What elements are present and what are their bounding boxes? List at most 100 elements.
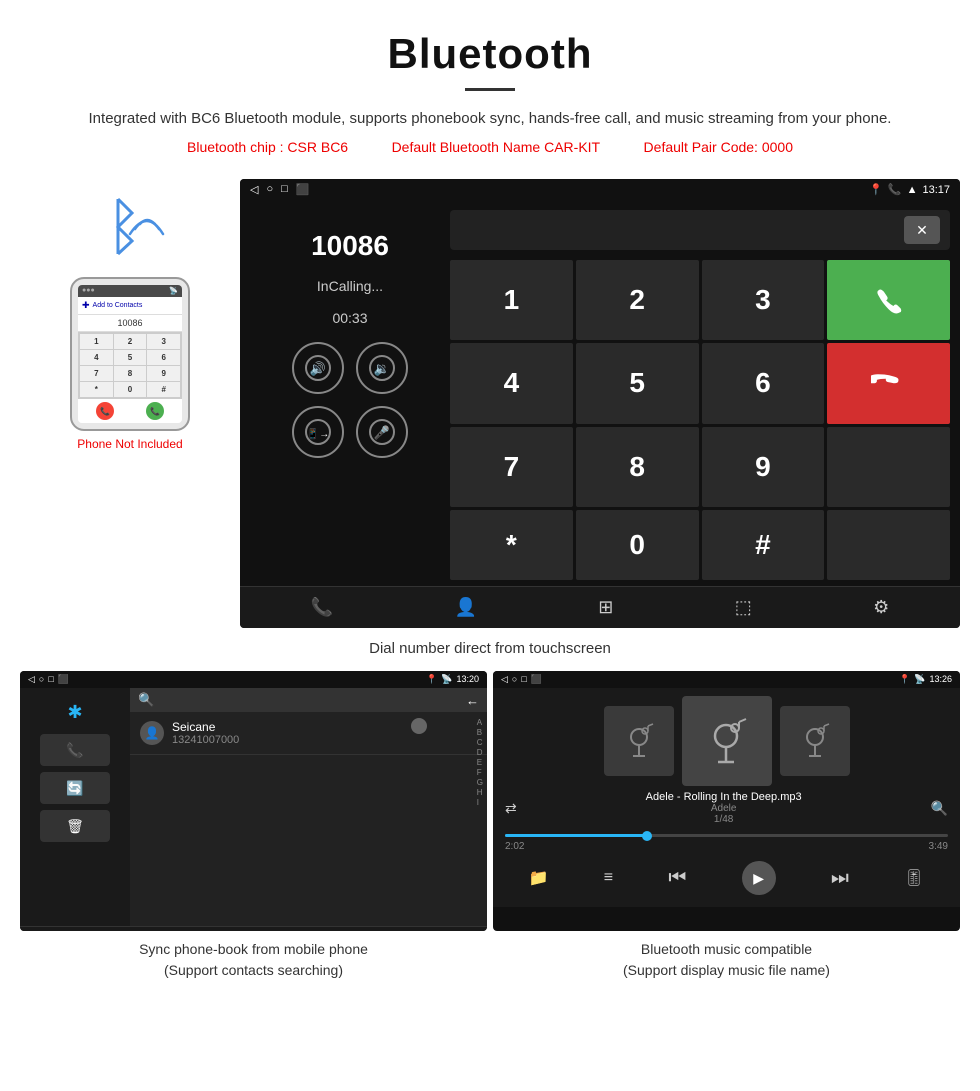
numpad-end-btn[interactable]	[827, 343, 950, 423]
alpha-F[interactable]: F	[477, 768, 483, 777]
nav-home-icon[interactable]: ○	[266, 183, 273, 196]
pb-call-btn[interactable]: 📞	[40, 734, 110, 766]
phone-key-9[interactable]: 9	[147, 366, 180, 381]
clock-display: 13:17	[922, 184, 950, 196]
phonebook-caption-text: Sync phone-book from mobile phone (Suppo…	[139, 941, 368, 978]
music-progress-section: 2:02 3:49	[501, 830, 952, 852]
numpad-key-1[interactable]: 1	[450, 260, 573, 340]
alpha-B[interactable]: B	[477, 728, 483, 737]
numpad-key-4[interactable]: 4	[450, 343, 573, 423]
nav-back-icon[interactable]: ◁	[250, 183, 258, 196]
music-play-btn[interactable]: ▶	[742, 861, 776, 895]
numpad-key-8[interactable]: 8	[576, 427, 699, 507]
music-nav-back[interactable]: ◁	[501, 674, 508, 685]
bottombar-contacts-icon[interactable]: 👤	[454, 597, 476, 618]
alpha-D[interactable]: D	[477, 748, 483, 757]
alpha-G[interactable]: G	[477, 778, 483, 787]
phone-key-star[interactable]: *	[80, 382, 113, 397]
android-statusbar-large: ◁ ○ □ ⬛ 📍 📞 ▲ 13:17	[240, 179, 960, 200]
phone-key-3[interactable]: 3	[147, 334, 180, 349]
music-next-icon[interactable]: ⏭	[831, 867, 849, 890]
phonebook-nav-icons: ◁ ○ □ ⬛	[28, 674, 69, 685]
dialer-controls: 🔊 🔉 📱→ 🎤	[292, 342, 408, 458]
phone-key-hash[interactable]: #	[147, 382, 180, 397]
alpha-A[interactable]: A	[477, 718, 483, 727]
spec-name: Default Bluetooth Name CAR-KIT	[392, 139, 601, 155]
phonebook-alphabet-index[interactable]: A B C D E F G H I	[477, 718, 483, 807]
pb-sync-btn[interactable]: 🔄	[40, 772, 110, 804]
numpad-key-star[interactable]: *	[450, 510, 573, 580]
numpad-key-0[interactable]: 0	[576, 510, 699, 580]
music-prev-icon[interactable]: ⏮	[668, 867, 686, 890]
pb-nav-rect[interactable]: □	[48, 674, 53, 685]
phone-end-btn[interactable]: 📞	[96, 402, 114, 420]
phone-key-0[interactable]: 0	[114, 382, 147, 397]
music-progress-dot[interactable]	[642, 831, 652, 841]
alpha-I[interactable]: I	[477, 798, 483, 807]
pb-back-arrow[interactable]: ←	[466, 693, 479, 708]
mute-btn[interactable]: 🎤	[356, 406, 408, 458]
shuffle-icon[interactable]: ⇄	[505, 800, 517, 817]
dialer-status: InCalling...	[317, 278, 383, 294]
numpad-key-hash[interactable]: #	[702, 510, 825, 580]
numpad-grid[interactable]: 1 2 3 4 5 6 7 8 9 *	[450, 260, 950, 580]
dialer-btn-row-2: 📱→ 🎤	[292, 406, 408, 458]
music-list-icon[interactable]: ≡	[604, 869, 613, 887]
phone-call-btn[interactable]: 📞	[146, 402, 164, 420]
music-caption: Bluetooth music compatible (Support disp…	[493, 931, 960, 985]
phone-key-2[interactable]: 2	[114, 334, 147, 349]
volume-up-btn[interactable]: 🔊	[292, 342, 344, 394]
music-nav-notif: ⬛	[531, 674, 542, 685]
phone-key-8[interactable]: 8	[114, 366, 147, 381]
phonebook-system-icons: 📍 📡 13:20	[426, 674, 479, 685]
contact-avatar: 👤	[140, 721, 164, 745]
phone-number-display: 10086	[78, 315, 182, 332]
dialer-info-panel: 10086 InCalling... 00:33 🔊 🔉 📱→	[250, 210, 450, 580]
numpad-key-6[interactable]: 6	[702, 343, 825, 423]
music-signal-icon: 📡	[914, 674, 925, 685]
alpha-C[interactable]: C	[477, 738, 483, 747]
wifi-icon: ▲	[907, 184, 918, 196]
numpad-key-3[interactable]: 3	[702, 260, 825, 340]
music-covers-row	[501, 696, 952, 786]
alpha-H[interactable]: H	[477, 788, 483, 797]
alpha-E[interactable]: E	[477, 758, 483, 767]
music-search-icon[interactable]: 🔍	[931, 800, 948, 817]
location-icon: 📍	[869, 183, 883, 196]
music-nav-rect[interactable]: □	[521, 674, 526, 685]
bottombar-dialpad-icon[interactable]: ⊞	[598, 597, 613, 618]
numpad-key-9[interactable]: 9	[702, 427, 825, 507]
music-time: 13:26	[929, 674, 952, 685]
bottombar-calls-icon[interactable]: 📞	[311, 597, 333, 618]
android-bottombar-large: 📞 👤 ⊞ ⬚ ⚙	[240, 586, 960, 628]
nav-recents-icon[interactable]: □	[281, 183, 288, 196]
contact-row-seicane[interactable]: 👤 Seicane 13241007000	[130, 712, 487, 755]
phone-key-5[interactable]: 5	[114, 350, 147, 365]
music-folder-icon[interactable]: 📁	[529, 868, 549, 888]
numpad-key-2[interactable]: 2	[576, 260, 699, 340]
backspace-btn[interactable]: ✕	[904, 216, 940, 244]
phone-key-7[interactable]: 7	[80, 366, 113, 381]
svg-text:🔉: 🔉	[374, 361, 390, 377]
main-caption: Dial number direct from touchscreen	[0, 632, 980, 665]
pb-nav-home[interactable]: ○	[39, 674, 44, 685]
phone-key-6[interactable]: 6	[147, 350, 180, 365]
volume-down-btn[interactable]: 🔉	[356, 342, 408, 394]
android-dialer-screen: ◁ ○ □ ⬛ 📍 📞 ▲ 13:17 10086 InCalling... 0…	[240, 179, 960, 628]
music-progress-bar[interactable]	[505, 834, 948, 837]
music-nav-home[interactable]: ○	[512, 674, 517, 685]
phone-add-contact: ✚ Add to Contacts	[78, 297, 182, 315]
transfer-btn[interactable]: 📱→	[292, 406, 344, 458]
bottombar-transfer-icon[interactable]: ⬚	[735, 597, 752, 618]
bottombar-settings-icon[interactable]: ⚙	[873, 597, 889, 618]
music-eq-icon[interactable]: 🎚	[904, 868, 924, 888]
numpad-call-btn[interactable]	[827, 260, 950, 340]
numpad-key-5[interactable]: 5	[576, 343, 699, 423]
phone-key-4[interactable]: 4	[80, 350, 113, 365]
statusbar-system-icons: 📍 📞 ▲ 13:17	[869, 183, 950, 196]
pb-delete-btn[interactable]: 🗑	[40, 810, 110, 842]
numpad-key-7[interactable]: 7	[450, 427, 573, 507]
pb-nav-back[interactable]: ◁	[28, 674, 35, 685]
phone-key-1[interactable]: 1	[80, 334, 113, 349]
main-content-row: ●●●📡 ✚ Add to Contacts 10086 1 2 3 4 5 6…	[0, 169, 980, 632]
